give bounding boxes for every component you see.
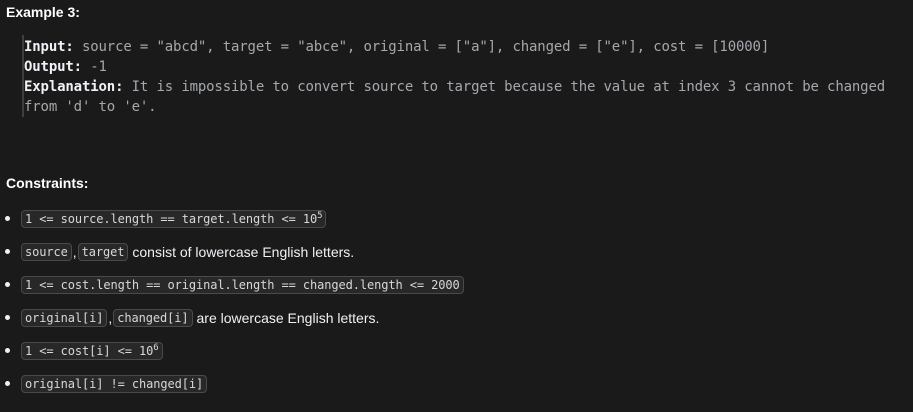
output-label: Output:: [24, 59, 82, 75]
constraints-heading: Constraints:: [6, 175, 89, 191]
constraint-item: original[i] , changed[i] are lowercase E…: [21, 308, 379, 328]
code-chip: 1 <= cost[i] <= 106: [21, 342, 163, 360]
superscript: 5: [317, 211, 323, 221]
example-heading: Example 3:: [6, 4, 80, 20]
input-line: Input: source = "abcd", target = "abce",…: [24, 39, 769, 55]
bullet: [5, 216, 10, 221]
constraint-item: 1 <= cost[i] <= 106: [21, 341, 163, 361]
superscript: 6: [153, 343, 159, 353]
code-chip: source: [21, 243, 72, 261]
explanation-text-2: from 'd' to 'e'.: [24, 99, 157, 115]
code-chip: target: [77, 243, 129, 261]
bullet: [5, 315, 10, 320]
constraint-item: 1 <= source.length == target.length <= 1…: [21, 209, 327, 229]
separator: ,: [108, 310, 113, 326]
bullet: [5, 381, 10, 386]
code-chip: changed[i]: [113, 309, 193, 327]
example-block: Input: source = "abcd", target = "abce",…: [22, 35, 909, 117]
code-text: 1 <= cost[i] <= 10: [25, 344, 154, 358]
code-chip: original[i]: [21, 309, 108, 327]
bullet: [5, 282, 10, 287]
code-chip: original[i] != changed[i]: [21, 375, 208, 393]
constraint-item: original[i] != changed[i]: [21, 374, 208, 394]
bullet: [5, 348, 10, 353]
output-line: Output: -1: [24, 59, 107, 75]
code-chip: 1 <= source.length == target.length <= 1…: [21, 210, 327, 228]
code-chip: 1 <= cost.length == original.length == c…: [21, 276, 464, 294]
constraint-item: 1 <= cost.length == original.length == c…: [21, 275, 464, 295]
explanation-line: Explanation: It is impossible to convert…: [24, 79, 885, 95]
problem-description: Example 3: Input: source = "abcd", targe…: [0, 0, 913, 412]
constraint-text: consist of lowercase English letters.: [132, 244, 355, 260]
explanation-line-2: from 'd' to 'e'.: [24, 99, 157, 115]
input-label: Input:: [24, 39, 74, 55]
input-value: source = "abcd", target = "abce", origin…: [81, 39, 770, 55]
constraint-item: source , target consist of lowercase Eng…: [21, 242, 354, 262]
explanation-text: It is impossible to convert source to ta…: [131, 79, 886, 95]
constraint-text: are lowercase English letters.: [196, 310, 380, 326]
output-value: -1: [90, 59, 107, 75]
explanation-label: Explanation:: [24, 79, 124, 95]
bullet: [5, 249, 10, 254]
code-text: 1 <= source.length == target.length <= 1…: [25, 212, 318, 226]
separator: ,: [72, 244, 77, 260]
